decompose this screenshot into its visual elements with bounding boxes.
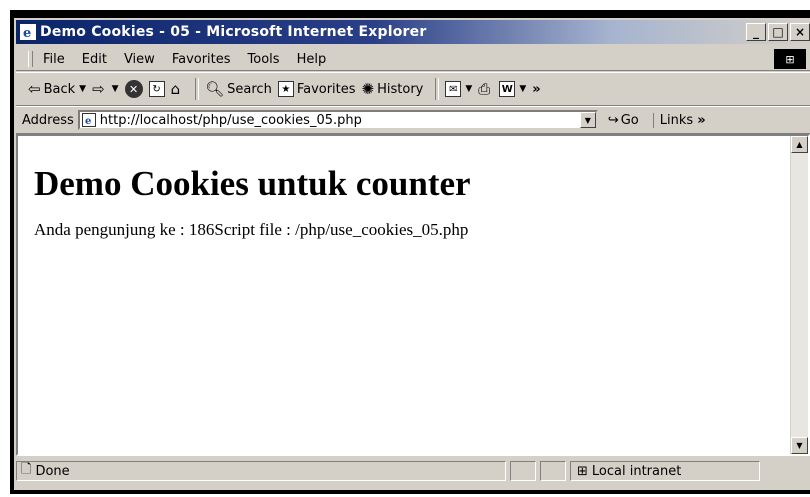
refresh-icon: ↻ bbox=[148, 81, 165, 97]
mail-dropdown-icon[interactable]: ▼ bbox=[465, 84, 472, 94]
back-button[interactable]: ⇦ Back ▼ bbox=[28, 80, 86, 98]
stop-icon: ✕ bbox=[124, 80, 143, 98]
address-bar: Address e http://localhost/php/use_cooki… bbox=[16, 106, 810, 134]
close-button[interactable]: × bbox=[790, 23, 810, 41]
svg-text:e: e bbox=[23, 26, 31, 40]
forward-button[interactable]: ⇨ ▼ bbox=[92, 80, 119, 98]
favorites-icon: ★ bbox=[277, 81, 294, 97]
toolbar-overflow-button[interactable]: » bbox=[532, 82, 540, 97]
menu-bar: File Edit View Favorites Tools Help ⊞ bbox=[16, 48, 810, 71]
scroll-down-icon[interactable]: ▼ bbox=[791, 437, 808, 454]
forward-arrow-icon: ⇨ bbox=[92, 80, 105, 98]
back-dropdown-icon[interactable]: ▼ bbox=[79, 84, 86, 94]
menu-grip bbox=[28, 51, 33, 67]
status-panel: 🗋 Done bbox=[16, 461, 506, 481]
minimize-button[interactable]: _ bbox=[746, 23, 766, 41]
address-dropdown-icon[interactable]: ▼ bbox=[579, 112, 596, 128]
forward-dropdown-icon[interactable]: ▼ bbox=[112, 84, 119, 94]
page-body-text: Anda pengunjung ke : 186Script file : /p… bbox=[34, 220, 469, 239]
edit-dropdown-icon[interactable]: ▼ bbox=[519, 84, 526, 94]
links-label: Links bbox=[659, 112, 694, 128]
search-icon: 🔍︎ bbox=[205, 80, 225, 98]
page-heading: Demo Cookies untuk counter bbox=[34, 164, 471, 203]
favorites-button[interactable]: ★ Favorites bbox=[277, 81, 356, 97]
local-intranet-icon: ⊞ bbox=[577, 463, 588, 479]
status-cell-1 bbox=[510, 461, 536, 481]
menu-edit[interactable]: Edit bbox=[82, 52, 107, 67]
mail-icon: ✉ bbox=[445, 81, 462, 97]
window-controls: _ □ × bbox=[746, 23, 810, 41]
toolbar-separator-2 bbox=[435, 78, 440, 100]
go-arrow-icon: ↪ bbox=[607, 112, 619, 128]
history-label: History bbox=[377, 81, 424, 97]
address-url: http://localhost/php/use_cookies_05.php bbox=[99, 112, 362, 128]
page-viewport: Demo Cookies untuk counter Anda pengunju… bbox=[16, 134, 810, 456]
scroll-up-icon[interactable]: ▲ bbox=[791, 136, 808, 153]
window-title: Demo Cookies - 05 - Microsoft Internet E… bbox=[40, 24, 427, 40]
title-bar[interactable]: e Demo Cookies - 05 - Microsoft Internet… bbox=[16, 20, 810, 44]
vertical-scrollbar[interactable]: ▲ ▼ bbox=[790, 136, 808, 454]
menu-favorites[interactable]: Favorites bbox=[172, 52, 231, 67]
svg-text:e: e bbox=[85, 116, 91, 127]
browser-window: e Demo Cookies - 05 - Microsoft Internet… bbox=[14, 18, 810, 490]
history-icon: ✺ bbox=[361, 80, 375, 98]
page-icon: e bbox=[81, 113, 96, 127]
back-arrow-icon: ⇦ bbox=[28, 80, 41, 98]
print-icon: ⎙ bbox=[478, 80, 491, 98]
status-text: Done bbox=[35, 463, 70, 479]
page-content: Demo Cookies untuk counter Anda pengunju… bbox=[34, 136, 788, 240]
maximize-button[interactable]: □ bbox=[768, 23, 788, 41]
menu-file[interactable]: File bbox=[43, 52, 65, 67]
toolbar-separator bbox=[195, 78, 200, 100]
search-label: Search bbox=[227, 81, 272, 97]
zone-text: Local intranet bbox=[591, 463, 682, 479]
home-icon: ⌂ bbox=[170, 80, 181, 98]
status-bar: 🗋 Done ⊞ Local intranet bbox=[16, 458, 810, 484]
favorites-label: Favorites bbox=[296, 81, 356, 97]
links-button[interactable]: Links » bbox=[652, 112, 706, 128]
go-button[interactable]: ↪ Go bbox=[608, 113, 639, 128]
page-done-icon: 🗋 bbox=[21, 462, 32, 477]
links-overflow-icon: » bbox=[697, 112, 706, 128]
refresh-button[interactable]: ↻ bbox=[148, 81, 165, 97]
security-zone: ⊞ Local intranet bbox=[570, 461, 760, 481]
search-button[interactable]: 🔍︎ Search bbox=[205, 80, 272, 98]
address-label: Address bbox=[22, 112, 74, 128]
status-cell-2 bbox=[540, 461, 566, 481]
mail-button[interactable]: ✉ ▼ bbox=[445, 81, 472, 97]
ie-icon: e bbox=[20, 24, 36, 40]
history-button[interactable]: ✺ History bbox=[362, 80, 424, 98]
address-input[interactable]: e http://localhost/php/use_cookies_05.ph… bbox=[77, 110, 598, 130]
home-button[interactable]: ⌂ bbox=[171, 80, 184, 98]
menu-view[interactable]: View bbox=[124, 52, 155, 67]
stop-button[interactable]: ✕ bbox=[124, 80, 143, 98]
word-icon: W bbox=[499, 81, 516, 97]
go-label: Go bbox=[620, 112, 639, 128]
windows-logo-icon: ⊞ bbox=[774, 49, 806, 69]
standard-toolbar: ⇦ Back ▼ ⇨ ▼ ✕ ↻ ⌂ 🔍︎ Search ★ Favorites… bbox=[16, 72, 810, 106]
menu-tools[interactable]: Tools bbox=[248, 52, 280, 67]
menu-help[interactable]: Help bbox=[297, 52, 327, 67]
edit-button[interactable]: W ▼ bbox=[499, 81, 526, 97]
back-label: Back bbox=[43, 81, 76, 97]
print-button[interactable]: ⎙ bbox=[478, 80, 493, 98]
